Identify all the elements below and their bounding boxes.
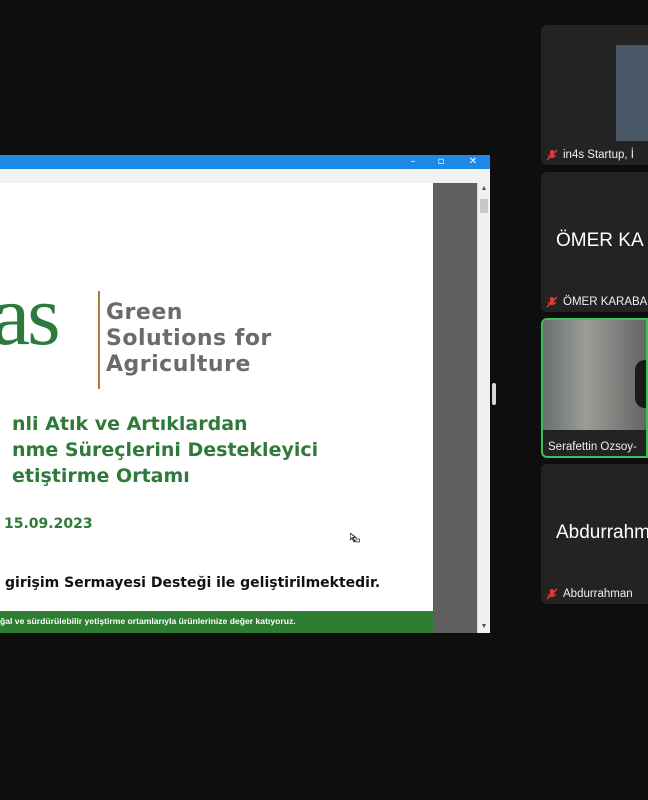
vertical-scrollbar[interactable]: ▲ ▼ [477, 183, 490, 633]
viewer-toolbar [0, 169, 490, 184]
participant-tile-active-speaker[interactable]: Serafettin Ozsoy- [541, 318, 648, 458]
scroll-down-icon[interactable]: ▼ [478, 621, 490, 633]
mouse-cursor-icon [350, 533, 360, 543]
logo-letters: as [0, 267, 61, 363]
muted-mic-icon [546, 296, 558, 308]
logo-tagline-line: Green [106, 300, 183, 325]
viewer-background [433, 183, 477, 633]
muted-mic-icon [546, 149, 558, 161]
slide-footer-text: ğal ve sürdürülebilir yetiştirme ortamla… [0, 616, 296, 626]
slide-date: 15.09.2023 [4, 516, 93, 532]
logo-tagline-line: Solutions for [106, 326, 272, 351]
participant-name-large: ÖMER KA [556, 230, 644, 251]
slide-headline-line: nli Atık ve Artıklardan [12, 413, 248, 435]
participant-video [616, 45, 648, 141]
scroll-up-icon[interactable]: ▲ [478, 183, 490, 195]
participant-tile[interactable]: in4s Startup, İ [541, 25, 648, 165]
participant-name-large: Abdurrahm [556, 522, 648, 543]
participant-tile[interactable]: ÖMER KA ÖMER KARABA [541, 172, 648, 312]
window-title-bar[interactable]: – ▫ ✕ [0, 155, 490, 169]
participant-name: Abdurrahman [563, 588, 633, 600]
slide-support-text: girişim Sermayesi Desteği ile geliştiril… [5, 575, 381, 591]
panel-resize-handle[interactable] [492, 383, 496, 405]
shared-screen-window[interactable]: – ▫ ✕ as Green Solutions for Agriculture… [0, 155, 490, 633]
participant-tile[interactable]: Abdurrahm Abdurrahman [541, 464, 648, 604]
close-button[interactable]: ✕ [462, 155, 484, 169]
slide-footer-banner: ğal ve sürdürülebilir yetiştirme ortamla… [0, 611, 433, 633]
participant-name: in4s Startup, İ [563, 149, 634, 161]
participant-video [543, 320, 646, 430]
scrollbar-thumb[interactable] [480, 199, 488, 213]
minimize-button[interactable]: – [402, 155, 424, 169]
logo-divider [98, 291, 100, 389]
participant-name: ÖMER KARABA [563, 296, 648, 308]
logo-tagline: Green Solutions for Agriculture [106, 300, 272, 378]
slide-headline-line: nme Süreçlerini Destekleyici [12, 439, 319, 461]
slide-headline-line: etiştirme Ortamı [12, 465, 190, 487]
presentation-slide: as Green Solutions for Agriculture nli A… [0, 183, 433, 633]
muted-mic-icon [546, 588, 558, 600]
maximize-button[interactable]: ▫ [430, 155, 452, 169]
logo-tagline-line: Agriculture [106, 352, 251, 377]
participant-name: Serafettin Ozsoy- [548, 441, 637, 453]
